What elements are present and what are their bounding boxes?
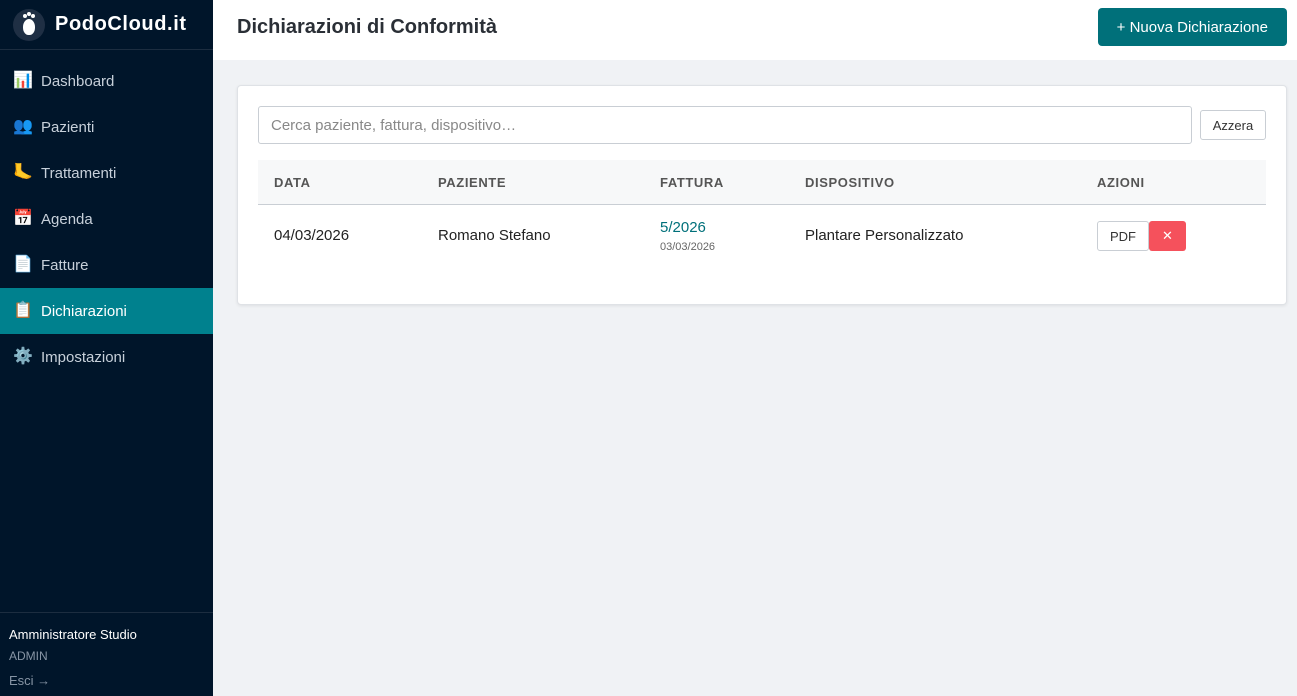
new-declaration-button[interactable]: + Nuova Dichiarazione xyxy=(1097,8,1287,46)
sidebar-item-agenda[interactable]: 📅 Agenda xyxy=(0,196,213,242)
page-title: Dichiarazioni di Conformità xyxy=(237,16,498,38)
declarations-card: Azzera DATA PAZIENTE FATTURA DISPOSITIVO… xyxy=(237,85,1287,305)
topbar: Dichiarazioni di Conformità + Nuova Dich… xyxy=(213,0,1297,60)
sidebar-item-label: Dichiarazioni xyxy=(41,302,127,320)
gear-icon: ⚙️ xyxy=(13,348,33,365)
foot-icon: 🦶 xyxy=(13,164,33,181)
bar-chart-icon: 📊 xyxy=(13,72,33,89)
declarations-table: DATA PAZIENTE FATTURA DISPOSITIVO AZIONI… xyxy=(258,160,1266,267)
sidebar: PodoCloud.it 📊 Dashboard 👥 Pazienti 🦶 Tr… xyxy=(0,0,213,696)
invoice-link[interactable]: 5/2026 xyxy=(660,219,706,236)
clipboard-icon: 📋 xyxy=(13,302,33,319)
user-role: ADMIN xyxy=(9,649,48,663)
column-header-fattura[interactable]: FATTURA xyxy=(660,175,724,190)
logout-link[interactable]: Esci → xyxy=(9,673,50,688)
invoice-date: 03/03/2026 xyxy=(660,241,716,253)
column-header-paziente[interactable]: PAZIENTE xyxy=(438,175,506,190)
sidebar-item-label: Trattamenti xyxy=(41,164,117,182)
sidebar-item-label: Fatture xyxy=(41,256,89,274)
sidebar-item-dashboard[interactable]: 📊 Dashboard xyxy=(0,58,213,104)
pdf-button[interactable]: PDF xyxy=(1097,221,1149,251)
cell-data: 04/03/2026 xyxy=(274,227,350,244)
sidebar-item-label: Pazienti xyxy=(41,118,95,136)
search-input[interactable] xyxy=(258,106,1192,144)
document-icon: 📄 xyxy=(13,256,33,273)
sidebar-nav: 📊 Dashboard 👥 Pazienti 🦶 Trattamenti 📅 A… xyxy=(0,58,213,380)
brand-name: PodoCloud.it xyxy=(55,13,187,35)
sidebar-item-label: Agenda xyxy=(41,210,93,228)
people-icon: 👥 xyxy=(13,118,33,135)
user-box: Amministratore Studio ADMIN Esci → xyxy=(0,612,213,696)
sidebar-item-trattamenti[interactable]: 🦶 Trattamenti xyxy=(0,150,213,196)
column-header-azioni: AZIONI xyxy=(1097,175,1145,190)
calendar-icon: 📅 xyxy=(13,210,33,227)
column-header-data[interactable]: DATA xyxy=(274,175,311,190)
sidebar-item-label: Impostazioni xyxy=(41,348,126,366)
cell-dispositivo: Plantare Personalizzato xyxy=(805,227,964,244)
sidebar-item-dichiarazioni[interactable]: 📋 Dichiarazioni xyxy=(0,288,213,334)
sidebar-item-label: Dashboard xyxy=(41,72,115,90)
reset-button[interactable]: Azzera xyxy=(1200,110,1266,140)
sidebar-item-fatture[interactable]: 📄 Fatture xyxy=(0,242,213,288)
table-row: 04/03/2026 Romano Stefano 5/2026 03/03/2… xyxy=(258,205,1266,267)
sidebar-item-pazienti[interactable]: 👥 Pazienti xyxy=(0,104,213,150)
brand[interactable]: PodoCloud.it xyxy=(0,0,213,50)
sidebar-item-impostazioni[interactable]: ⚙️ Impostazioni xyxy=(0,334,213,380)
cell-paziente: Romano Stefano xyxy=(438,227,551,244)
foot-logo-icon xyxy=(13,8,45,41)
delete-button[interactable]: ✕ xyxy=(1149,221,1186,251)
user-name: Amministratore Studio xyxy=(9,627,137,642)
table-header: DATA PAZIENTE FATTURA DISPOSITIVO AZIONI xyxy=(258,160,1266,205)
column-header-dispositivo[interactable]: DISPOSITIVO xyxy=(805,175,895,190)
